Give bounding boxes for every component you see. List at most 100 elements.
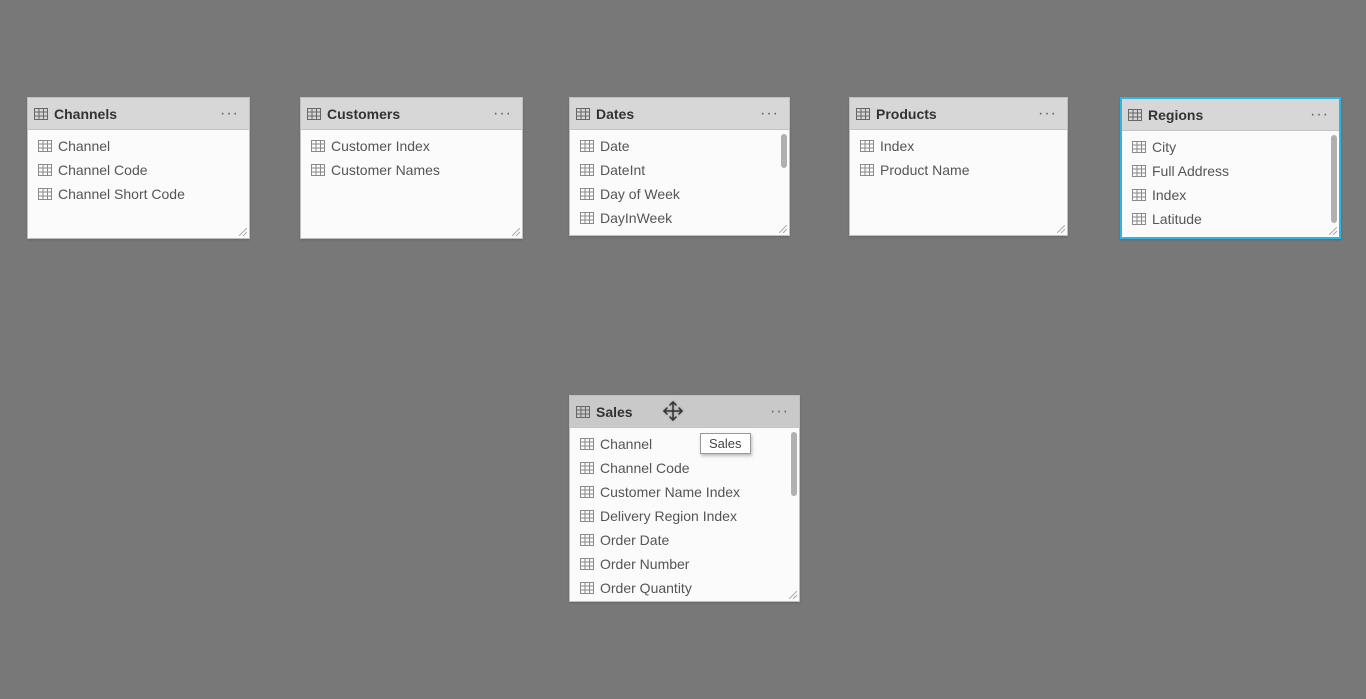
field-row[interactable]: Channel Code (28, 158, 249, 182)
field-label: DateInt (600, 162, 645, 178)
more-options-icon[interactable]: ··· (768, 404, 791, 420)
resize-handle[interactable] (1057, 225, 1065, 233)
field-row[interactable]: Delivery Region Index (570, 504, 799, 528)
field-label: Channel Code (58, 162, 148, 178)
scrollbar[interactable] (1331, 135, 1337, 223)
column-icon (860, 140, 874, 152)
field-label: Order Quantity (600, 580, 692, 596)
resize-handle[interactable] (512, 228, 520, 236)
field-label: Order Number (600, 556, 689, 572)
field-row[interactable]: Channel Code (570, 456, 799, 480)
table-header-products[interactable]: Products ··· (850, 98, 1067, 130)
column-icon (580, 510, 594, 522)
field-row[interactable]: DayInWeek (570, 206, 789, 230)
field-row[interactable]: Channel Short Code (28, 182, 249, 206)
field-label: Order Date (600, 532, 669, 548)
column-icon (580, 582, 594, 594)
field-row[interactable]: Latitude (1122, 207, 1339, 231)
column-icon (580, 438, 594, 450)
field-label: Customer Name Index (600, 484, 740, 500)
field-row[interactable]: Full Address (1122, 159, 1339, 183)
table-icon (307, 108, 321, 120)
tooltip: Sales (700, 433, 751, 454)
field-row[interactable]: Date (570, 134, 789, 158)
table-header-sales[interactable]: Sales ··· (570, 396, 799, 428)
resize-handle[interactable] (1329, 227, 1337, 235)
more-options-icon[interactable]: ··· (758, 106, 781, 122)
table-card-dates[interactable]: Dates ··· Date DateInt Day of Week DayIn… (569, 97, 790, 236)
column-icon (580, 462, 594, 474)
table-icon (576, 108, 590, 120)
field-row[interactable]: DateInt (570, 158, 789, 182)
table-icon (576, 406, 590, 418)
column-icon (1132, 165, 1146, 177)
more-options-icon[interactable]: ··· (218, 106, 241, 122)
table-icon (34, 108, 48, 120)
field-label: City (1152, 139, 1176, 155)
scrollbar[interactable] (791, 432, 797, 496)
column-icon (311, 164, 325, 176)
field-label: Product Name (880, 162, 969, 178)
column-icon (580, 164, 594, 176)
field-label: Channel Code (600, 460, 690, 476)
field-row[interactable]: Channel (570, 432, 799, 456)
field-label: Index (880, 138, 914, 154)
field-row[interactable]: Order Number (570, 552, 799, 576)
table-header-regions[interactable]: Regions ··· (1122, 99, 1339, 131)
table-title: Products (876, 106, 1036, 122)
tooltip-text: Sales (709, 436, 742, 451)
field-label: Customer Names (331, 162, 440, 178)
table-card-customers[interactable]: Customers ··· Customer Index Customer Na… (300, 97, 523, 239)
table-body: Date DateInt Day of Week DayInWeek (570, 130, 789, 235)
field-row[interactable]: Order Quantity (570, 576, 799, 600)
table-body: Channel Channel Code Customer Name Index… (570, 428, 799, 601)
field-label: Full Address (1152, 163, 1229, 179)
column-icon (38, 164, 52, 176)
field-row[interactable]: Customer Names (301, 158, 522, 182)
column-icon (580, 558, 594, 570)
field-row[interactable]: Index (1122, 183, 1339, 207)
table-body: Channel Channel Code Channel Short Code (28, 130, 249, 238)
field-row[interactable]: Customer Index (301, 134, 522, 158)
more-options-icon[interactable]: ··· (1036, 106, 1059, 122)
field-row[interactable]: Channel (28, 134, 249, 158)
field-label: Customer Index (331, 138, 430, 154)
field-label: Latitude (1152, 211, 1202, 227)
field-row[interactable]: Customer Name Index (570, 480, 799, 504)
resize-handle[interactable] (779, 225, 787, 233)
more-options-icon[interactable]: ··· (1308, 107, 1331, 123)
resize-handle[interactable] (239, 228, 247, 236)
field-label: Date (600, 138, 630, 154)
column-icon (580, 534, 594, 546)
table-icon (1128, 109, 1142, 121)
column-icon (1132, 141, 1146, 153)
field-row[interactable]: Day of Week (570, 182, 789, 206)
table-card-regions[interactable]: Regions ··· City Full Address Index Lati… (1120, 97, 1341, 239)
column-icon (580, 486, 594, 498)
table-header-customers[interactable]: Customers ··· (301, 98, 522, 130)
field-row[interactable]: City (1122, 135, 1339, 159)
table-title: Dates (596, 106, 758, 122)
field-row[interactable]: Product Name (850, 158, 1067, 182)
column-icon (580, 212, 594, 224)
column-icon (580, 140, 594, 152)
table-card-products[interactable]: Products ··· Index Product Name (849, 97, 1068, 236)
table-title: Regions (1148, 107, 1308, 123)
table-title: Channels (54, 106, 218, 122)
field-label: Day of Week (600, 186, 680, 202)
scrollbar[interactable] (781, 134, 787, 168)
table-body: Index Product Name (850, 130, 1067, 235)
table-card-channels[interactable]: Channels ··· Channel Channel Code Channe… (27, 97, 250, 239)
resize-handle[interactable] (789, 591, 797, 599)
field-row[interactable]: Index (850, 134, 1067, 158)
field-row[interactable]: Order Date (570, 528, 799, 552)
more-options-icon[interactable]: ··· (491, 106, 514, 122)
field-label: Channel (58, 138, 110, 154)
table-card-sales[interactable]: Sales ··· Channel Channel Code Customer … (569, 395, 800, 602)
table-header-dates[interactable]: Dates ··· (570, 98, 789, 130)
table-header-channels[interactable]: Channels ··· (28, 98, 249, 130)
column-icon (38, 140, 52, 152)
column-icon (1132, 213, 1146, 225)
table-title: Customers (327, 106, 491, 122)
column-icon (311, 140, 325, 152)
